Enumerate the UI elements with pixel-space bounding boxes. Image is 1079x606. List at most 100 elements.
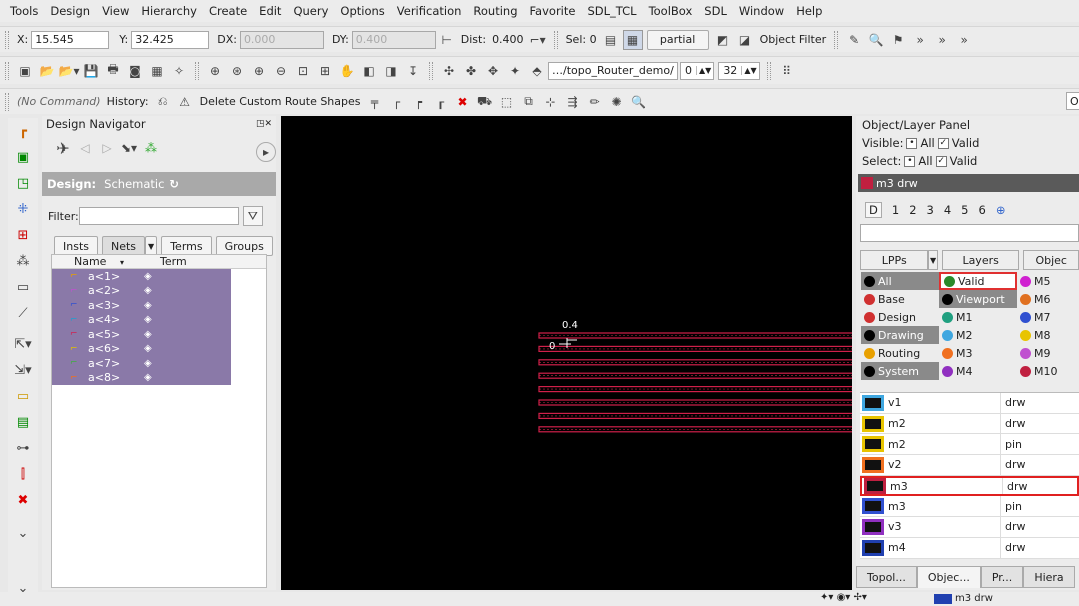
- camera-icon[interactable]: ◙: [125, 61, 145, 81]
- layer-category-system[interactable]: System: [861, 362, 939, 380]
- net-row[interactable]: ⌐ a<1> ◈: [52, 269, 231, 284]
- depth-stop-stepper[interactable]: 32 ▲▼: [718, 61, 760, 80]
- filter-input[interactable]: [78, 207, 239, 225]
- net-row[interactable]: ⌐ a<8> ◈: [52, 370, 231, 385]
- layer-category-routing[interactable]: Routing: [861, 344, 939, 362]
- menu-window[interactable]: Window: [733, 0, 790, 22]
- x-field[interactable]: [31, 30, 110, 49]
- layer-row[interactable]: v3 drw: [860, 517, 1079, 538]
- menu-toolbox[interactable]: ToolBox: [643, 0, 699, 22]
- wand-icon[interactable]: ✧: [169, 61, 189, 81]
- tab-terms[interactable]: Terms: [161, 236, 212, 256]
- calendar-icon[interactable]: ▦: [147, 61, 167, 81]
- next-view-icon[interactable]: ◨: [381, 61, 401, 81]
- merge-icon[interactable]: ⇶: [563, 92, 583, 112]
- panel-tab-objec[interactable]: Objec...: [916, 566, 981, 588]
- route-shape-icon[interactable]: ╤: [365, 92, 385, 112]
- select-list-icon[interactable]: ▤: [601, 30, 621, 50]
- airplane-icon[interactable]: ✈: [53, 138, 73, 158]
- expand-chevron-icon[interactable]: ⌄: [11, 521, 35, 545]
- create-polygon-icon[interactable]: ◳: [11, 171, 35, 195]
- align-tool-icon[interactable]: ⊶: [11, 436, 35, 460]
- current-layer-dropdown[interactable]: m3 drw: [858, 174, 1079, 192]
- tab-objects[interactable]: Objec: [1023, 250, 1079, 270]
- tab-insts[interactable]: Insts: [54, 236, 98, 256]
- filter-options-icon[interactable]: ⛛: [242, 206, 263, 226]
- prev-view-icon[interactable]: ◧: [359, 61, 379, 81]
- stretch-tool-icon[interactable]: ⇱▾: [11, 332, 35, 356]
- highlight-icon[interactable]: ⚑: [888, 30, 908, 50]
- stepper-arrows-icon[interactable]: ▲▼: [741, 66, 758, 75]
- fit-icon[interactable]: ⊡: [293, 61, 313, 81]
- cell-path-field[interactable]: [548, 61, 678, 80]
- add-layer-set-icon[interactable]: ⊕: [996, 203, 1006, 217]
- layer-category-m3[interactable]: M3: [939, 344, 1017, 362]
- probe-icon[interactable]: ✎: [844, 30, 864, 50]
- label-icon[interactable]: ▭: [11, 275, 35, 299]
- y-field[interactable]: [131, 30, 210, 49]
- ruler-icon[interactable]: ⊢: [437, 30, 457, 50]
- menu-routing[interactable]: Routing: [467, 0, 523, 22]
- layer-category-all[interactable]: All: [861, 272, 939, 290]
- layer-category-m9[interactable]: M9: [1017, 344, 1079, 362]
- move-tool-icon[interactable]: ▭: [11, 384, 35, 408]
- zoom-icon[interactable]: ⊕: [205, 61, 225, 81]
- warning-icon[interactable]: ⚠: [175, 92, 195, 112]
- last-command[interactable]: Delete Custom Route Shapes: [200, 95, 361, 108]
- layer-category-drawing[interactable]: Drawing: [861, 326, 939, 344]
- move-icon[interactable]: ⊹: [541, 92, 561, 112]
- layer-category-m10[interactable]: M10: [1017, 362, 1079, 380]
- menu-options[interactable]: Options: [334, 0, 390, 22]
- menu-query[interactable]: Query: [287, 0, 334, 22]
- net-row[interactable]: ⌐ a<6> ◈: [52, 341, 231, 356]
- grid-dots-icon[interactable]: ⠿: [777, 61, 797, 81]
- zoom-out-icon[interactable]: ⊖: [271, 61, 291, 81]
- menu-view[interactable]: View: [96, 0, 135, 22]
- menu-sdl-tcl[interactable]: SDL_TCL: [581, 0, 642, 22]
- layer-search-input[interactable]: [860, 224, 1079, 242]
- new-icon[interactable]: ▣: [15, 61, 35, 81]
- overflow-chevron-icon[interactable]: »: [910, 30, 930, 50]
- ruler-draw-icon[interactable]: ⟋: [11, 301, 35, 325]
- layer-set-1[interactable]: 1: [892, 203, 899, 217]
- create-rect-icon[interactable]: ▣: [11, 145, 35, 169]
- overflow-chevron-icon[interactable]: »: [954, 30, 974, 50]
- layer-category-design[interactable]: Design: [861, 308, 939, 326]
- command-field[interactable]: [1066, 92, 1079, 110]
- zoom-area-icon[interactable]: ⊛: [227, 61, 247, 81]
- layer-set-4[interactable]: 4: [944, 203, 951, 217]
- layer-row[interactable]: m3 pin: [860, 496, 1079, 518]
- layer-category-m2[interactable]: M2: [939, 326, 1017, 344]
- hierarchy-icon[interactable]: ⬘: [527, 61, 547, 81]
- layer-category-viewport[interactable]: Viewport: [939, 290, 1017, 308]
- history-icon[interactable]: ⎌: [153, 92, 173, 112]
- menu-create[interactable]: Create: [203, 0, 253, 22]
- depth-start-stepper[interactable]: 0 ▲▼: [680, 61, 715, 80]
- net-row[interactable]: ⌐ a<2> ◈: [52, 283, 231, 298]
- open-recent-icon[interactable]: 📂▾: [59, 61, 80, 81]
- tab-groups[interactable]: Groups: [215, 236, 273, 256]
- chop-tool-icon[interactable]: ⫿: [11, 462, 35, 486]
- bus-icon[interactable]: ⛟: [475, 92, 495, 112]
- wire-icon[interactable]: ┌: [387, 92, 407, 112]
- wire-step-icon[interactable]: ┎: [431, 92, 451, 112]
- menu-verification[interactable]: Verification: [391, 0, 468, 22]
- layer-category-valid[interactable]: Valid: [939, 272, 1017, 290]
- route-icon[interactable]: ✣: [439, 61, 459, 81]
- bug-icon[interactable]: ✺: [607, 92, 627, 112]
- partial-button[interactable]: partial: [646, 29, 709, 50]
- net-row[interactable]: ⌐ a<3> ◈: [52, 298, 231, 313]
- panel-tab-hiera[interactable]: Hiera: [1023, 566, 1075, 588]
- tab-lpps[interactable]: LPPs: [860, 250, 929, 270]
- select-all-radio[interactable]: •: [904, 155, 916, 167]
- panel-close-icon[interactable]: ◳✕: [256, 119, 272, 129]
- layer-row[interactable]: v2 drw: [860, 455, 1079, 476]
- refresh-icon[interactable]: ↧: [403, 61, 423, 81]
- net-list-icon[interactable]: ⁂: [141, 138, 161, 158]
- fit-select-icon[interactable]: ⊞: [315, 61, 335, 81]
- visible-valid-checkbox[interactable]: ✓: [937, 137, 949, 149]
- object-filter-label[interactable]: Object Filter: [760, 33, 827, 46]
- panel-tab-topol[interactable]: Topol...: [856, 566, 917, 588]
- layer-category-m4[interactable]: M4: [939, 362, 1017, 380]
- tab-nets[interactable]: Nets: [102, 236, 146, 256]
